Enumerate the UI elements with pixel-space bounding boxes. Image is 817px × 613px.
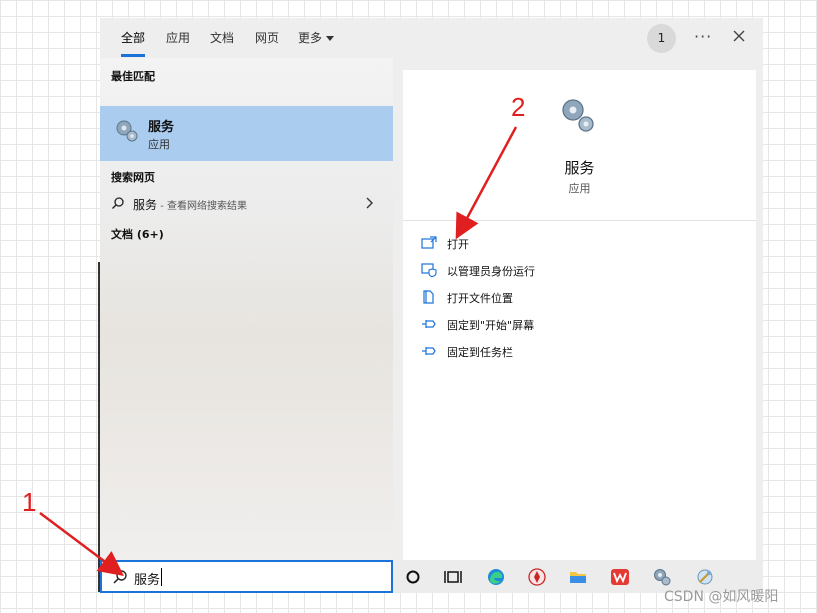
action-open[interactable]: 打开 [421, 234, 741, 254]
results-list: 最佳匹配 服务 应用 搜索网页 服务 - 查看网络搜索结果 文档 (6+) [100, 58, 393, 560]
close-icon[interactable] [731, 28, 747, 44]
tab-more[interactable]: 更多 [298, 29, 335, 57]
services-gear-icon[interactable] [652, 567, 672, 587]
file-location-icon [423, 290, 434, 304]
web-search-header: 搜索网页 [111, 171, 155, 184]
action-open-file-location-label: 打开文件位置 [447, 292, 513, 305]
chevron-down-icon [326, 36, 335, 41]
annotation-label-1: 1 [22, 487, 37, 517]
web-search-query: 服务 [133, 198, 158, 212]
search-box[interactable]: 服务 [100, 560, 393, 593]
start-search-panel: 全部 应用 文档 网页 更多 1 ··· 最佳匹配 服务 应用 搜索网页 服务 … [100, 18, 763, 593]
filter-tabs: 全部 应用 文档 网页 更多 1 ··· [100, 18, 763, 58]
search-icon [112, 197, 124, 209]
details-pane: 服务 应用 打开 以管理员身份运行 打开文件位置 固定到"开始"屏幕 固定到任务… [403, 70, 756, 560]
more-options-icon[interactable]: ··· [694, 27, 712, 46]
services-gear-icon [562, 99, 594, 132]
documents-header[interactable]: 文档 (6+) [111, 226, 164, 242]
action-run-as-admin-label: 以管理员身份运行 [447, 265, 535, 278]
tab-more-label: 更多 [298, 31, 323, 45]
divider [403, 220, 756, 221]
action-pin-to-taskbar[interactable]: 固定到任务栏 [421, 342, 741, 362]
best-match-item[interactable]: 服务 应用 [100, 106, 393, 161]
best-match-name: 服务 [148, 120, 175, 135]
chevron-right-icon[interactable] [365, 196, 375, 210]
annotation-label-2: 2 [511, 92, 526, 122]
action-pin-to-start-label: 固定到"开始"屏幕 [447, 319, 535, 332]
pin-icon [422, 347, 436, 355]
tab-all[interactable]: 全部 [121, 29, 146, 57]
watermark: CSDN @如风暖阳 [664, 589, 779, 605]
best-match-header: 最佳匹配 [111, 70, 155, 83]
action-open-label: 打开 [447, 238, 469, 251]
search-input[interactable]: 服务 [134, 569, 160, 588]
text-cursor [161, 568, 162, 586]
notification-badge[interactable]: 1 [647, 24, 676, 53]
red-app-icon[interactable] [527, 567, 547, 587]
services-gear-icon [116, 120, 138, 142]
tab-web[interactable]: 网页 [255, 29, 279, 57]
app-type: 应用 [568, 182, 591, 195]
edge-icon[interactable] [486, 567, 506, 587]
open-window-icon [421, 236, 437, 249]
tool-icon[interactable] [695, 567, 715, 587]
action-open-file-location[interactable]: 打开文件位置 [421, 288, 741, 308]
action-pin-to-taskbar-label: 固定到任务栏 [447, 346, 513, 359]
web-search-hint: - 查看网络搜索结果 [157, 201, 247, 212]
action-pin-to-start[interactable]: 固定到"开始"屏幕 [421, 315, 741, 335]
best-match-type: 应用 [148, 138, 170, 151]
app-title: 服务 [564, 159, 595, 177]
tab-documents[interactable]: 文档 [210, 29, 234, 57]
wps-icon[interactable] [610, 567, 630, 587]
admin-shield-icon [421, 263, 437, 277]
action-run-as-admin[interactable]: 以管理员身份运行 [421, 261, 741, 281]
web-search-text: 服务 - 查看网络搜索结果 [133, 196, 247, 213]
task-view-icon[interactable] [443, 567, 463, 587]
cortana-circle-icon[interactable] [403, 567, 423, 587]
file-explorer-icon[interactable] [568, 567, 588, 587]
pin-icon [422, 320, 436, 328]
web-search-item[interactable]: 服务 - 查看网络搜索结果 [100, 193, 393, 215]
search-icon [113, 570, 127, 584]
tab-apps[interactable]: 应用 [166, 29, 190, 57]
